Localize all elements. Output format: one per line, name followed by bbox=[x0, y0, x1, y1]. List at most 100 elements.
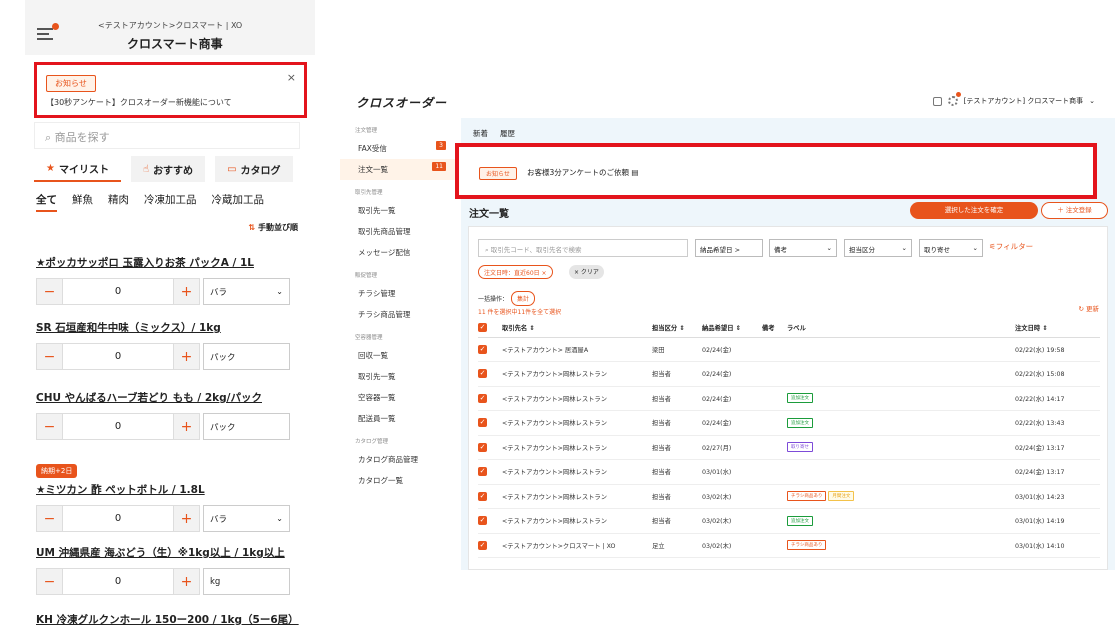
unit-label: kg bbox=[210, 576, 221, 587]
close-icon[interactable]: × bbox=[287, 71, 296, 84]
tab-new[interactable]: 新着 bbox=[473, 128, 488, 139]
table-row[interactable]: ✓ <テストアカウント>岡林レストラン 担当者 03/02(木) 追加注文 03/01(水… bbox=[478, 508, 1100, 534]
aggregate-button[interactable]: 集計 bbox=[511, 291, 536, 306]
table-row[interactable]: ✓ <テストアカウント>岡林レストラン 担当者 02/24(金) 追加注文 02/22(水… bbox=[478, 386, 1100, 411]
product-name[interactable]: SR 石垣産和牛中味（ミックス）/ 1kg bbox=[36, 320, 316, 335]
notice-banner[interactable]: お知らせ × 【30秒アンケート】クロスオーダー新機能について bbox=[34, 62, 307, 118]
tab-mylist[interactable]: ★ マイリスト bbox=[34, 156, 121, 182]
row-checkbox[interactable]: ✓ bbox=[478, 508, 502, 534]
quantity-input[interactable]: 0 bbox=[63, 413, 173, 440]
category-frozen[interactable]: 冷凍加工品 bbox=[144, 192, 197, 212]
filter-delivery-date[interactable]: 納品希望日 > bbox=[695, 239, 763, 257]
decrement-button[interactable]: − bbox=[36, 505, 63, 532]
notice-text[interactable]: 【30秒アンケート】クロスオーダー新機能について bbox=[46, 97, 232, 108]
checkbox-icon: ✓ bbox=[478, 369, 487, 379]
category-fish[interactable]: 鮮魚 bbox=[72, 192, 93, 212]
category-all[interactable]: 全て bbox=[36, 192, 57, 212]
sidebar-item[interactable]: 回収一覧 bbox=[340, 345, 460, 366]
sidebar-item[interactable]: カタログ一覧 bbox=[340, 470, 460, 491]
product-name[interactable]: ★ポッカサッポロ 玉露入りお茶 パックA / 1L bbox=[36, 255, 316, 270]
increment-button[interactable]: + bbox=[173, 413, 200, 440]
sidebar-item[interactable]: カタログ商品管理 bbox=[340, 449, 460, 470]
row-checkbox[interactable]: ✓ bbox=[478, 337, 502, 362]
search-input[interactable]: ⌕ 商品を探す bbox=[34, 122, 300, 149]
delivery-date: 03/02(木) bbox=[702, 484, 762, 509]
filter-remarks[interactable]: 備考 ⌄ bbox=[769, 239, 837, 257]
decrement-button[interactable]: − bbox=[36, 568, 63, 595]
sidebar-item[interactable]: 取引先一覧 bbox=[340, 366, 460, 387]
increment-button[interactable]: + bbox=[173, 343, 200, 370]
header-assignee[interactable]: 担当区分 ⇕ bbox=[652, 319, 702, 338]
decrement-button[interactable]: − bbox=[36, 278, 63, 305]
table-row[interactable]: ✓ <テストアカウント>岡林レストラン 担当者 02/24(金) 02/22(水) 15… bbox=[478, 361, 1100, 387]
product-name[interactable]: UM 沖縄県産 海ぶどう（生）※1kg以上 / 1kg以上 bbox=[36, 545, 316, 560]
sidebar-item[interactable]: 取引先商品管理 bbox=[340, 221, 460, 242]
quantity-input[interactable]: 0 bbox=[63, 278, 173, 305]
search-input[interactable]: ⌕ 取引先コード、取引先名で検索 bbox=[478, 239, 688, 257]
increment-button[interactable]: + bbox=[173, 278, 200, 305]
quantity-input[interactable]: 0 bbox=[63, 505, 173, 532]
unit-select[interactable]: パック bbox=[203, 413, 290, 440]
category-meat[interactable]: 精肉 bbox=[108, 192, 129, 212]
confirm-orders-button[interactable]: 選択した注文を確定 bbox=[910, 202, 1038, 219]
header-customer[interactable]: 取引先名 ⇕ bbox=[502, 319, 652, 338]
increment-button[interactable]: + bbox=[173, 505, 200, 532]
tab-history[interactable]: 履歴 bbox=[500, 128, 515, 139]
tab-recommend[interactable]: ☝ おすすめ bbox=[130, 156, 206, 182]
product-name[interactable]: ★ミツカン 酢 ペットボトル / 1.8L bbox=[36, 482, 316, 497]
row-checkbox[interactable]: ✓ bbox=[478, 361, 502, 387]
account-menu[interactable]: [テストアカウント] クロスマート商事 bbox=[964, 96, 1083, 106]
sidebar-item[interactable]: チラシ管理 bbox=[340, 283, 460, 304]
row-checkbox[interactable]: ✓ bbox=[478, 435, 502, 460]
unit-select[interactable]: バラ ⌄ bbox=[203, 505, 290, 532]
increment-button[interactable]: + bbox=[173, 568, 200, 595]
selection-info[interactable]: 11 件を選択中11件を全て選択 bbox=[478, 307, 561, 316]
sidebar-item[interactable]: 注文一覧 11 bbox=[340, 159, 460, 180]
decrement-button[interactable]: − bbox=[36, 343, 63, 370]
notice-text[interactable]: お客様3分アンケートのご依頼 ▤ bbox=[527, 167, 638, 178]
refresh-button[interactable]: ↻ 更新 bbox=[1078, 303, 1099, 313]
filter-backorder[interactable]: 取り寄せ ⌄ bbox=[919, 239, 983, 257]
table-row[interactable]: ✓ <テストアカウント>岡林レストラン 担当者 03/02(木) チラシ商品あり 月間注文… bbox=[478, 484, 1100, 509]
gear-icon[interactable] bbox=[947, 92, 961, 106]
clear-chip[interactable]: × クリア bbox=[569, 265, 604, 279]
sidebar-item[interactable]: 配送員一覧 bbox=[340, 408, 460, 429]
filter-assignee[interactable]: 担当区分 ⌄ bbox=[844, 239, 912, 257]
decrement-button[interactable]: − bbox=[36, 413, 63, 440]
product-name[interactable]: KH 冷凍グルクンホール 150ー200 / 1kg（5ー6尾） bbox=[36, 612, 316, 627]
header-delivery[interactable]: 納品希望日 ⇕ bbox=[702, 319, 762, 338]
product-name[interactable]: CHU やんばるハーブ若どり もも / 2kg/パック bbox=[36, 390, 316, 405]
tab-catalog[interactable]: ▭ カタログ bbox=[215, 156, 293, 182]
filter-link[interactable]: ⚟フィルター bbox=[989, 241, 1033, 252]
download-icon[interactable] bbox=[932, 96, 942, 106]
sort-selector[interactable]: ⇅ 手動並び順 bbox=[249, 222, 299, 233]
notice-banner[interactable]: お知らせ お客様3分アンケートのご依頼 ▤ bbox=[455, 143, 1097, 199]
select-all-checkbox[interactable]: ✓ bbox=[478, 319, 502, 338]
unit-select[interactable]: kg bbox=[203, 568, 290, 595]
unit-select[interactable]: パック bbox=[203, 343, 290, 370]
add-order-button[interactable]: ＋ 注文登録 bbox=[1041, 202, 1108, 219]
sidebar-item[interactable]: チラシ商品管理 bbox=[340, 304, 460, 325]
row-checkbox[interactable]: ✓ bbox=[478, 533, 502, 558]
quantity-input[interactable]: 0 bbox=[63, 343, 173, 370]
table-row[interactable]: ✓ <テストアカウント> 居酒屋A 梁田 02/24(金) 02/22(水) 19:58 bbox=[478, 337, 1100, 362]
unit-select[interactable]: バラ ⌄ bbox=[203, 278, 290, 305]
sidebar-item[interactable]: FAX受信 3 bbox=[340, 138, 460, 159]
date-filter-chip[interactable]: 注文日時：直近60日 × bbox=[478, 265, 553, 279]
table-row[interactable]: ✓ <テストアカウント>クロスマート | XO 足立 03/02(木) チラシ商品あり 0… bbox=[478, 533, 1100, 558]
table-row[interactable]: ✓ <テストアカウント>岡林レストラン 担当者 02/27(月) 取り寄せ 02/24(金… bbox=[478, 435, 1100, 460]
sidebar-item[interactable]: 空容器一覧 bbox=[340, 387, 460, 408]
header-ordered-at[interactable]: 注文日時 ⇕ bbox=[1015, 319, 1100, 338]
row-checkbox[interactable]: ✓ bbox=[478, 386, 502, 411]
row-checkbox[interactable]: ✓ bbox=[478, 484, 502, 509]
sidebar-item[interactable]: メッセージ配信 bbox=[340, 242, 460, 263]
category-chilled[interactable]: 冷蔵加工品 bbox=[212, 192, 265, 212]
row-checkbox[interactable]: ✓ bbox=[478, 459, 502, 485]
sidebar-item[interactable]: 取引先一覧 bbox=[340, 200, 460, 221]
menu-icon[interactable] bbox=[37, 23, 59, 40]
chevron-down-icon[interactable]: ⌄ bbox=[1089, 97, 1095, 105]
table-row[interactable]: ✓ <テストアカウント>岡林レストラン 担当者 03/01(水) 02/24(金) 13… bbox=[478, 459, 1100, 485]
row-checkbox[interactable]: ✓ bbox=[478, 410, 502, 436]
quantity-input[interactable]: 0 bbox=[63, 568, 173, 595]
table-row[interactable]: ✓ <テストアカウント>岡林レストラン 担当者 02/24(金) 追加注文 02/22(水… bbox=[478, 410, 1100, 436]
